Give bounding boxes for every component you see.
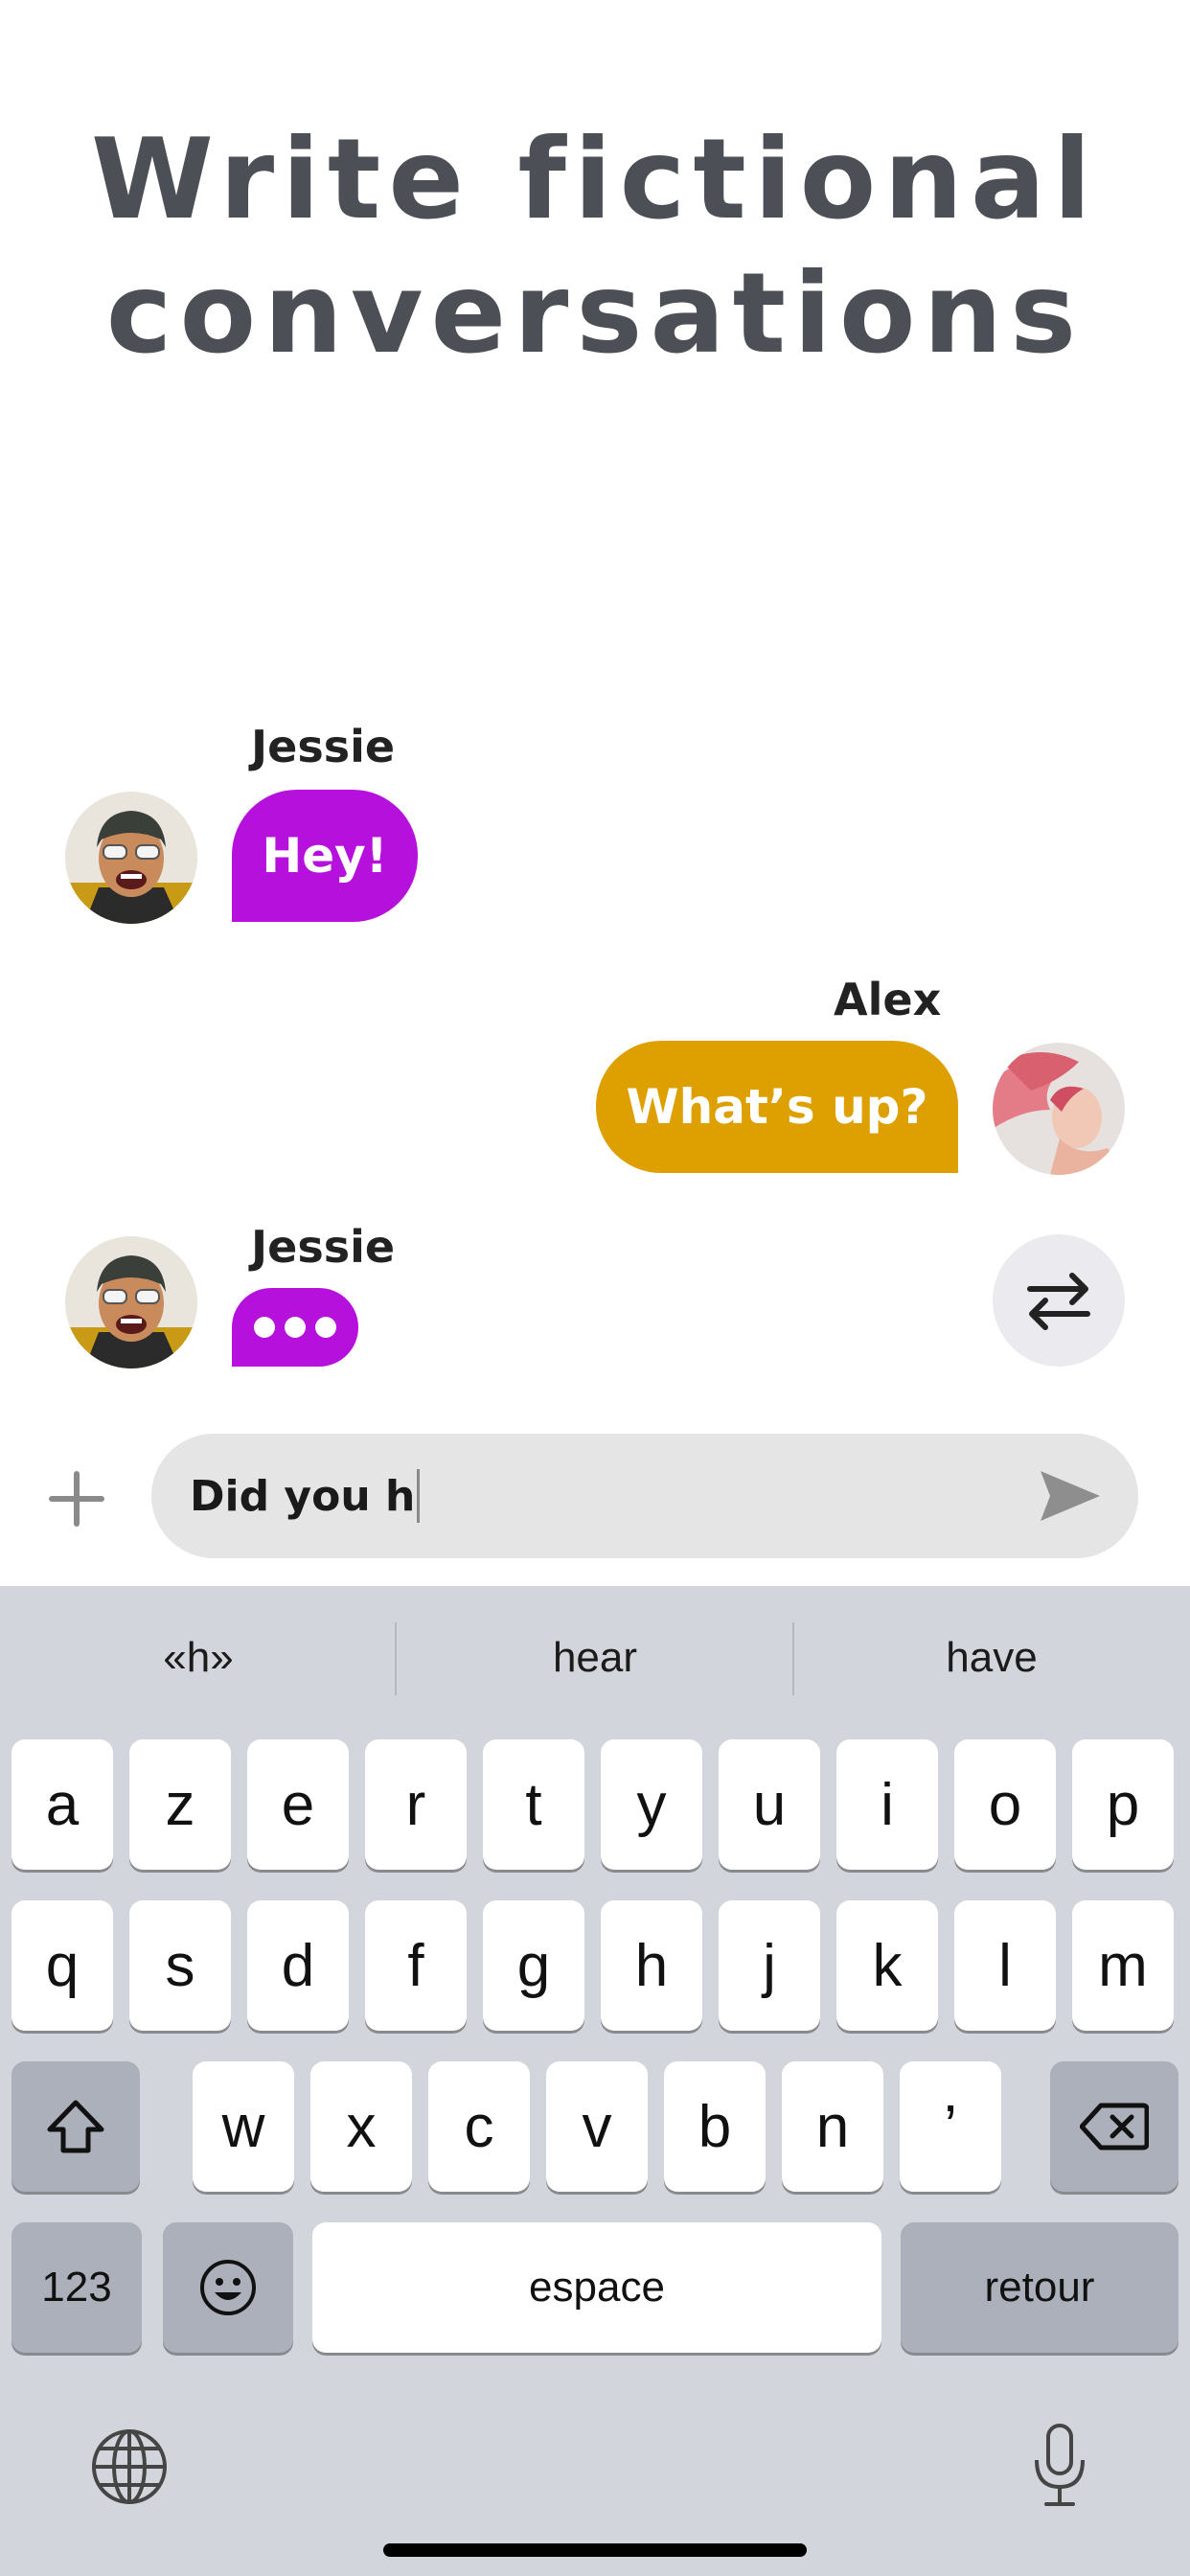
key-apostrophe[interactable]: ’ [900, 2061, 1001, 2192]
sender-name: Alex [834, 974, 942, 1025]
globe-icon[interactable] [90, 2427, 169, 2506]
key-t[interactable]: t [483, 1739, 584, 1870]
key-r[interactable]: r [365, 1739, 467, 1870]
add-attachment-button[interactable] [38, 1460, 115, 1537]
key-z[interactable]: z [129, 1739, 231, 1870]
key-x[interactable]: x [310, 2061, 412, 2192]
key-h[interactable]: h [601, 1900, 702, 2031]
swap-speaker-button[interactable] [993, 1234, 1125, 1367]
key-u[interactable]: u [719, 1739, 820, 1870]
shift-key[interactable] [11, 2061, 140, 2192]
home-indicator [383, 2543, 807, 2557]
jessie-avatar[interactable] [65, 1236, 197, 1368]
key-w[interactable]: w [193, 2061, 294, 2192]
typing-dots [254, 1317, 336, 1338]
key-j[interactable]: j [719, 1900, 820, 2031]
key-g[interactable]: g [483, 1900, 584, 2031]
key-i[interactable]: i [836, 1739, 938, 1870]
suggestion-2[interactable]: hear [397, 1586, 793, 1730]
numbers-key[interactable]: 123 [11, 2222, 142, 2353]
key-b[interactable]: b [664, 2061, 766, 2192]
key-o[interactable]: o [954, 1739, 1056, 1870]
key-m[interactable]: m [1072, 1900, 1174, 2031]
message-input[interactable]: Did you h [151, 1434, 1138, 1558]
key-l[interactable]: l [954, 1900, 1056, 2031]
alex-avatar[interactable] [993, 1043, 1125, 1175]
message-bubble[interactable]: Hey! [232, 790, 418, 922]
keyboard: «h» hear have a z e r t y u i o p q s d … [0, 1586, 1190, 2576]
send-icon[interactable] [1037, 1465, 1104, 1527]
emoji-key[interactable] [163, 2222, 293, 2353]
message-text: Hey! [262, 828, 388, 884]
key-k[interactable]: k [836, 1900, 938, 2031]
key-v[interactable]: v [546, 2061, 648, 2192]
key-f[interactable]: f [365, 1900, 467, 2031]
key-n[interactable]: n [782, 2061, 883, 2192]
key-s[interactable]: s [129, 1900, 231, 2031]
message-input-text[interactable]: Did you h [190, 1434, 421, 1558]
key-y[interactable]: y [601, 1739, 702, 1870]
sender-name: Jessie [251, 721, 396, 772]
jessie-avatar[interactable] [65, 792, 197, 924]
return-key[interactable]: retour [901, 2222, 1179, 2353]
typing-dot [315, 1317, 336, 1338]
suggestion-3[interactable]: have [793, 1586, 1190, 1730]
app-screen: Write fictional conversations Jessie Hey… [0, 0, 1190, 2576]
sender-name: Jessie [251, 1221, 396, 1273]
key-e[interactable]: e [247, 1739, 349, 1870]
headline-line-1: Write fictional [91, 115, 1099, 244]
shift-icon [47, 2100, 104, 2153]
key-p[interactable]: p [1072, 1739, 1174, 1870]
swap-arrows-icon [1027, 1273, 1090, 1330]
emoji-icon [200, 2260, 256, 2315]
microphone-icon[interactable] [1031, 2422, 1088, 2510]
message-bubble[interactable]: What’s up? [596, 1041, 958, 1173]
typing-dot [285, 1317, 306, 1338]
message-text: What’s up? [626, 1079, 928, 1135]
suggestion-1[interactable]: «h» [0, 1586, 397, 1730]
key-q[interactable]: q [11, 1900, 113, 2031]
headline-line-2: conversations [105, 249, 1085, 379]
delete-icon [1080, 2103, 1149, 2150]
key-a[interactable]: a [11, 1739, 113, 1870]
text-caret [417, 1469, 421, 1523]
message-input-value: Did you h [190, 1471, 416, 1521]
plus-icon [49, 1471, 104, 1527]
typing-dot [254, 1317, 275, 1338]
typing-indicator-bubble [232, 1288, 358, 1367]
delete-key[interactable] [1050, 2061, 1179, 2192]
key-c[interactable]: c [428, 2061, 530, 2192]
headline: Write fictional conversations [0, 113, 1190, 381]
key-d[interactable]: d [247, 1900, 349, 2031]
space-key[interactable]: espace [312, 2222, 881, 2353]
